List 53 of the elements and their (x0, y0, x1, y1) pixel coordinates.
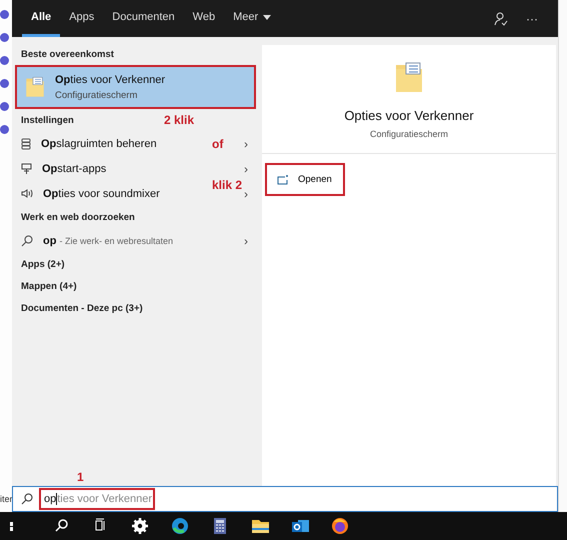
tab[interactable]: Web (184, 0, 224, 37)
speaker-icon (21, 188, 33, 199)
calculator-icon[interactable] (214, 518, 226, 534)
open-icon (277, 174, 289, 184)
open-button[interactable]: Openen (265, 163, 345, 196)
desktop-icon (0, 10, 9, 19)
section-heading: Mappen (4+) (21, 280, 77, 292)
tab[interactable]: Documenten (103, 0, 184, 37)
result-title: Opties voor Verkenner (55, 74, 166, 86)
folder-icon (394, 61, 424, 94)
browser-icon[interactable] (172, 518, 188, 534)
section-heading: Apps (2+) (21, 258, 65, 270)
chevron-icon: › (244, 186, 248, 200)
storage-icon (21, 138, 31, 150)
desktop-icon (0, 125, 9, 134)
preview-subtitle: Configuratiescherm (370, 129, 448, 139)
search-field[interactable]: opties voor Verkenner (39, 488, 155, 510)
annotation-label: 2 klik (164, 113, 194, 127)
annotation-label: 1 (77, 470, 84, 484)
desktop-icon (0, 33, 9, 42)
desktop-label: iter (0, 494, 13, 504)
desktop-icon (0, 56, 9, 65)
folder-icon (25, 76, 45, 98)
section-heading: Documenten - Deze pc (3+) (21, 302, 143, 314)
tab[interactable]: Apps (60, 0, 104, 37)
section-heading: Werk en web doorzoeken (21, 212, 135, 222)
search-icon (21, 234, 33, 246)
task-view-icon[interactable] (96, 518, 104, 530)
monitor-icon (21, 162, 32, 174)
tab[interactable]: Alle (22, 0, 60, 37)
chevron-icon: › (244, 162, 248, 176)
folder-icon[interactable] (252, 520, 269, 533)
chevron-icon: › (244, 136, 248, 150)
feedback-icon[interactable] (494, 12, 508, 26)
section-heading: Instellingen (21, 114, 74, 126)
preview-title: Opties voor Verkenner (344, 108, 474, 123)
section-heading: Beste overeenkomst (21, 48, 114, 60)
more-button[interactable]: ··· (516, 12, 548, 26)
search-icon (21, 493, 33, 505)
desktop-icon (0, 102, 9, 111)
result-subtitle: Configuratiescherm (55, 90, 138, 100)
firefox-icon[interactable] (332, 518, 348, 534)
search-icon[interactable] (55, 519, 68, 532)
settings-icon[interactable] (130, 516, 150, 536)
chevron-icon: › (244, 234, 248, 248)
settings-result[interactable]: Opslagruimten beheren of › (12, 131, 260, 156)
mail-app-icon[interactable] (292, 520, 309, 532)
web-search-result[interactable]: op - Zie werk- en webresultaten › (12, 228, 260, 253)
start-icon[interactable] (10, 522, 13, 531)
annotation-label: of (212, 136, 224, 150)
tab[interactable]: Meer (224, 0, 280, 37)
desktop-icon (0, 79, 9, 88)
best-match-item[interactable]: Opties voor Verkenner Configuratiescherm (15, 65, 256, 109)
